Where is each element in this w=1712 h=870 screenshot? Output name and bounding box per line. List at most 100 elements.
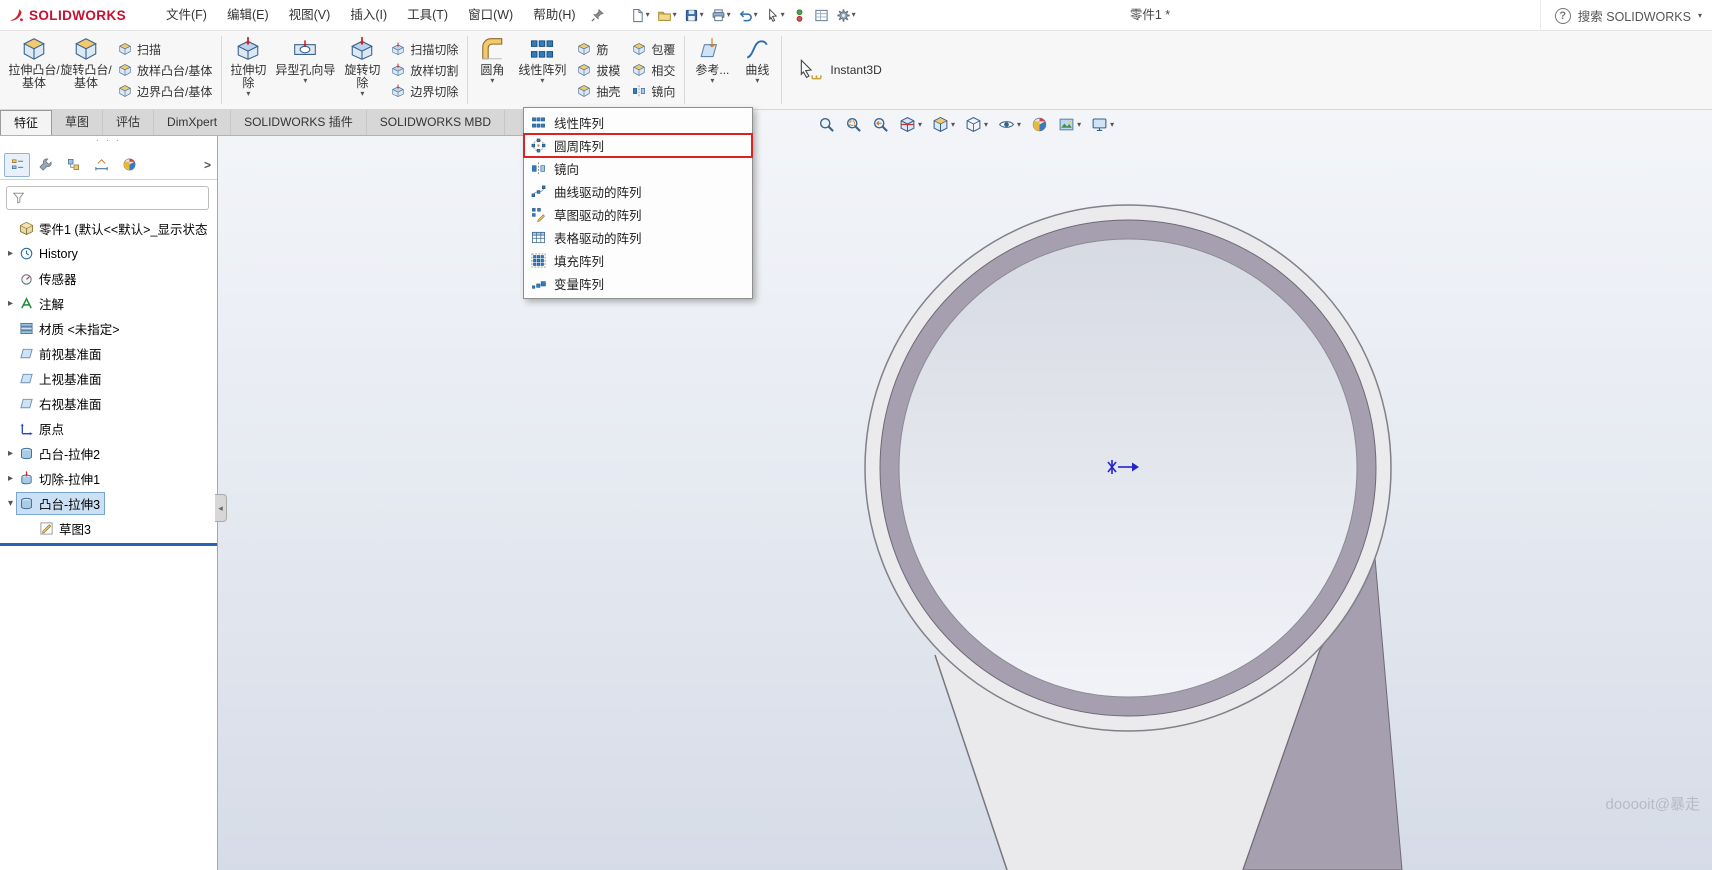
new-document-button[interactable]: ▾: [627, 6, 653, 25]
rib-button[interactable]: 筋: [577, 41, 620, 58]
zoom-fit-button[interactable]: [818, 116, 835, 133]
extruded-cut-button[interactable]: 拉伸切除 ▾: [225, 31, 271, 109]
caret-icon[interactable]: ▾: [1077, 121, 1081, 129]
rollback-bar[interactable]: [0, 543, 217, 546]
extruded-boss-button[interactable]: 拉伸凸台/基体: [8, 31, 60, 109]
caret-icon[interactable]: ▾: [246, 90, 250, 98]
view-settings-button[interactable]: ▾: [1091, 116, 1114, 133]
revolved-boss-button[interactable]: 旋转凸台/基体: [60, 31, 112, 109]
sheet-properties-button[interactable]: [811, 6, 832, 25]
caret-icon[interactable]: ▾: [646, 11, 650, 19]
apply-scene-button[interactable]: ▾: [1058, 116, 1081, 133]
tree-item-origin[interactable]: 原点: [0, 416, 217, 441]
caret-icon[interactable]: ▾: [754, 11, 758, 19]
shell-button[interactable]: 抽壳: [577, 83, 620, 100]
caret-icon[interactable]: ▾: [360, 90, 364, 98]
menu-item-linear-pattern[interactable]: 线性阵列: [524, 111, 752, 134]
caret-icon[interactable]: ▾: [490, 77, 494, 85]
menu-window[interactable]: 窗口(W): [458, 0, 523, 31]
menu-view[interactable]: 视图(V): [279, 0, 341, 31]
caret-icon[interactable]: ▾: [710, 77, 714, 85]
instant3d-button[interactable]: Instant3D: [785, 31, 893, 109]
expand-arrow-icon[interactable]: ▸: [4, 298, 17, 309]
lofted-boss-button[interactable]: 放样凸台/基体: [118, 62, 212, 79]
tree-root-part[interactable]: 零件1 (默认<<默认>_显示状态: [0, 216, 217, 241]
tree-item-front-plane[interactable]: 前视基准面: [0, 341, 217, 366]
tab-solidworks-addins[interactable]: SOLIDWORKS 插件: [231, 110, 367, 135]
featuremanager-tab[interactable]: [4, 153, 30, 177]
tab-features[interactable]: 特征: [0, 110, 52, 135]
tree-item-material[interactable]: 材质 <未指定>: [0, 316, 217, 341]
tree-item-top-plane[interactable]: 上视基准面: [0, 366, 217, 391]
tree-item-boss-extrude2[interactable]: ▸ 凸台-拉伸2: [0, 441, 217, 466]
intersect-button[interactable]: 相交: [632, 62, 675, 79]
expand-arrow-icon[interactable]: ▸: [4, 248, 17, 259]
linear-pattern-button[interactable]: 线性阵列 ▾: [513, 31, 571, 109]
caret-icon[interactable]: ▾: [1017, 121, 1021, 129]
curves-button[interactable]: 曲线 ▾: [736, 31, 778, 109]
menu-tools[interactable]: 工具(T): [397, 0, 458, 31]
mirror-button[interactable]: 镜向: [632, 83, 675, 100]
tree-item-right-plane[interactable]: 右视基准面: [0, 391, 217, 416]
view-orientation-button[interactable]: ▾: [932, 116, 955, 133]
open-button[interactable]: ▾: [654, 6, 680, 25]
pin-menu-button[interactable]: [590, 8, 605, 23]
previous-view-button[interactable]: [872, 116, 889, 133]
caret-icon[interactable]: ▾: [984, 121, 988, 129]
tree-item-history[interactable]: ▸ History: [0, 241, 217, 266]
caret-icon[interactable]: ▾: [781, 11, 785, 19]
menu-item-mirror[interactable]: 镜向: [524, 157, 752, 180]
panel-resize-dots[interactable]: · · ·: [0, 136, 217, 146]
tab-dimxpert[interactable]: DimXpert: [154, 110, 231, 135]
hide-show-items-button[interactable]: ▾: [998, 116, 1021, 133]
filter-input[interactable]: [31, 191, 203, 205]
tree-item-sensors[interactable]: 传感器: [0, 266, 217, 291]
draft-button[interactable]: 拔模: [577, 62, 620, 79]
tree-item-cut-extrude1[interactable]: ▸ 切除-拉伸1: [0, 466, 217, 491]
help-icon[interactable]: ?: [1555, 8, 1571, 24]
menu-insert[interactable]: 插入(I): [340, 0, 397, 31]
display-style-button[interactable]: ▾: [965, 116, 988, 133]
caret-icon[interactable]: ▾: [918, 121, 922, 129]
options-button[interactable]: ▾: [833, 6, 859, 25]
model-3d-view[interactable]: [218, 110, 1712, 870]
revolved-cut-button[interactable]: 旋转切除 ▾: [339, 31, 385, 109]
tab-solidworks-mbd[interactable]: SOLIDWORKS MBD: [367, 110, 505, 135]
menu-file[interactable]: 文件(F): [156, 0, 217, 31]
search-label[interactable]: 搜索 SOLIDWORKS: [1578, 6, 1691, 25]
expand-arrow-icon[interactable]: ▸: [4, 448, 17, 459]
caret-icon[interactable]: ▾: [852, 11, 856, 19]
boundary-cut-button[interactable]: 边界切除: [391, 83, 458, 100]
graphics-viewport[interactable]: ▾ ▾ ▾ ▾ ▾ ▾ dooooit@暴走: [218, 110, 1712, 870]
hole-wizard-button[interactable]: 异型孔向导 ▾: [271, 31, 339, 109]
search-caret-icon[interactable]: ▾: [1698, 12, 1702, 20]
undo-button[interactable]: ▾: [735, 6, 761, 25]
tab-sketch[interactable]: 草图: [52, 110, 103, 135]
expand-arrow-icon[interactable]: ▾: [4, 498, 17, 509]
configurationmanager-tab[interactable]: [60, 153, 86, 177]
menu-item-table-driven-pattern[interactable]: 表格驱动的阵列: [524, 226, 752, 249]
tree-item-boss-extrude3[interactable]: ▾ 凸台-拉伸3: [0, 491, 217, 516]
wrap-button[interactable]: 包覆: [632, 41, 675, 58]
save-button[interactable]: ▾: [681, 6, 707, 25]
caret-icon[interactable]: ▾: [727, 11, 731, 19]
expand-arrow-icon[interactable]: ▸: [4, 473, 17, 484]
tree-item-sketch3[interactable]: 草图3: [0, 516, 217, 541]
menu-help[interactable]: 帮助(H): [523, 0, 585, 31]
caret-icon[interactable]: ▾: [755, 77, 759, 85]
print-button[interactable]: ▾: [708, 6, 734, 25]
menu-edit[interactable]: 编辑(E): [217, 0, 279, 31]
menu-item-fill-pattern[interactable]: 填充阵列: [524, 249, 752, 272]
panel-expand-chevron[interactable]: >: [204, 158, 211, 172]
reference-geometry-button[interactable]: 参考... ▾: [688, 31, 736, 109]
fillet-button[interactable]: 圆角 ▾: [471, 31, 513, 109]
select-tool-button[interactable]: ▾: [762, 6, 788, 25]
search-box[interactable]: ? 搜索 SOLIDWORKS ▾: [1540, 0, 1712, 31]
caret-icon[interactable]: ▾: [540, 77, 544, 85]
menu-item-circular-pattern[interactable]: 圆周阵列: [524, 134, 752, 157]
tree-filter[interactable]: [6, 186, 209, 210]
swept-boss-button[interactable]: 扫描: [118, 41, 212, 58]
caret-icon[interactable]: ▾: [673, 11, 677, 19]
caret-icon[interactable]: ▾: [1110, 121, 1114, 129]
caret-icon[interactable]: ▾: [303, 77, 307, 85]
